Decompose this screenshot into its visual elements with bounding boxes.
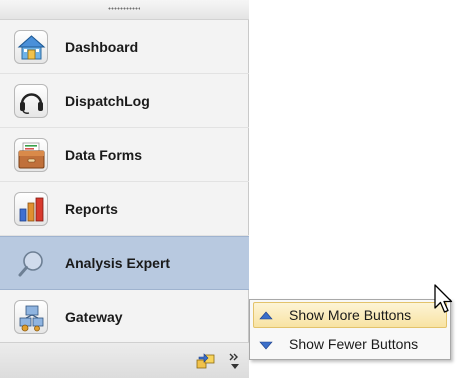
menu-item-label: Show Fewer Buttons: [289, 336, 419, 352]
magnifier-icon: [14, 246, 48, 280]
splitter-grip[interactable]: [0, 0, 249, 20]
menu-item-show-more-buttons[interactable]: Show More Buttons: [253, 302, 447, 328]
navigation-bottom-bar: [0, 342, 249, 378]
file-drawer-icon: [14, 137, 48, 172]
menu-item-show-fewer-buttons[interactable]: Show Fewer Buttons: [253, 331, 447, 357]
house-icon: [14, 29, 48, 64]
buttons-context-menu: Show More Buttons Show Fewer Buttons: [249, 299, 451, 360]
nav-button-gateway[interactable]: Gateway: [0, 290, 249, 344]
arrow-up-icon: [259, 308, 273, 322]
nav-label: Dashboard: [65, 38, 139, 55]
nav-label: Gateway: [65, 308, 123, 325]
nav-button-dashboard[interactable]: Dashboard: [0, 20, 249, 74]
nav-button-data-forms[interactable]: Data Forms: [0, 128, 249, 182]
headset-icon: [14, 83, 48, 118]
navigation-pane: Dashboard DispatchLog Data Forms Reports…: [0, 0, 249, 378]
nav-label: Data Forms: [65, 146, 143, 163]
configure-chevron-icon[interactable]: [228, 351, 242, 371]
menu-item-label: Show More Buttons: [289, 307, 412, 323]
nav-label: Reports: [65, 200, 118, 217]
nav-label: DispatchLog: [65, 92, 150, 109]
bar-chart-icon: [14, 191, 48, 226]
nav-button-reports[interactable]: Reports: [0, 182, 249, 236]
arrow-down-icon: [259, 337, 273, 351]
grip-dots: [108, 7, 140, 10]
nav-button-analysis-expert[interactable]: Analysis Expert: [0, 236, 249, 290]
add-remove-buttons-icon[interactable]: [196, 351, 216, 371]
gateway-network-icon: [14, 299, 48, 334]
nav-button-dispatchlog[interactable]: DispatchLog: [0, 74, 249, 128]
nav-label: Analysis Expert: [65, 255, 171, 271]
